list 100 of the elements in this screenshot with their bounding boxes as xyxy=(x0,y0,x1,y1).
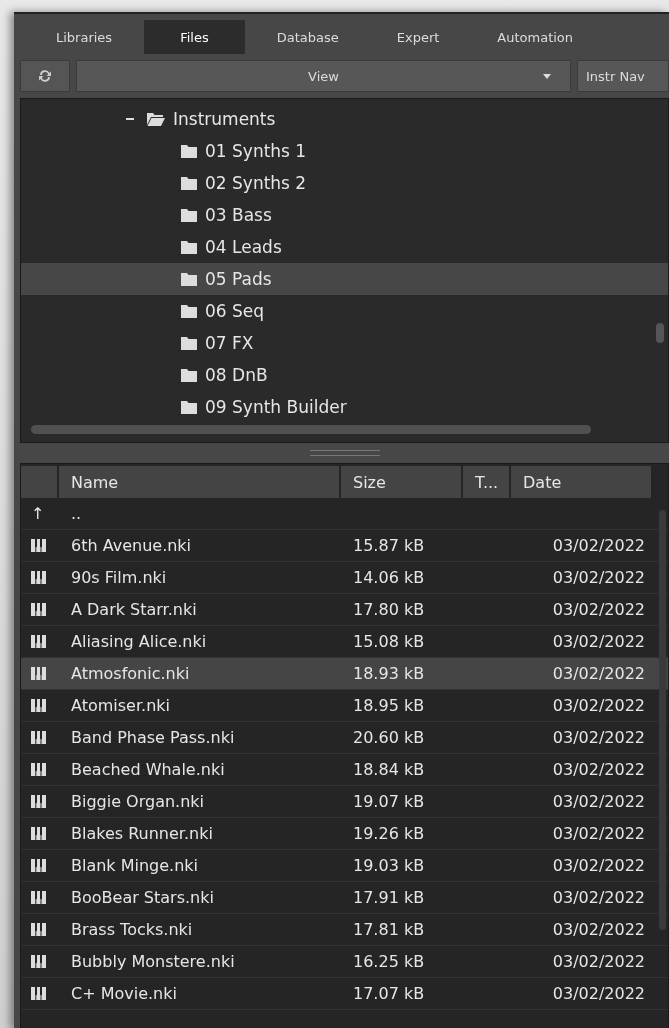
column-header[interactable]: Name xyxy=(59,466,339,498)
file-name: Atmosfonic.nki xyxy=(71,664,190,683)
file-name: 6th Avenue.nki xyxy=(71,536,192,555)
instrument-nav-button[interactable]: Instr Nav xyxy=(577,60,669,92)
piano-keys-icon xyxy=(31,827,46,840)
folder-icon xyxy=(181,368,197,382)
tree-item[interactable]: 01 Synths 1 xyxy=(21,135,668,167)
piano-keys-icon xyxy=(31,795,46,808)
folder-icon xyxy=(181,208,197,222)
file-size: 18.84 kB xyxy=(353,760,425,779)
file-size: 17.91 kB xyxy=(353,888,425,907)
file-name: Beached Whale.nki xyxy=(71,760,225,779)
piano-keys-icon xyxy=(31,955,46,968)
piano-keys-icon xyxy=(31,923,46,936)
tree-item[interactable]: 07 FX xyxy=(21,327,668,359)
tree-item[interactable]: 08 DnB xyxy=(21,359,668,391)
folder-icon xyxy=(181,400,197,414)
file-date: 03/02/2022 xyxy=(552,920,645,939)
file-size: 19.03 kB xyxy=(353,856,425,875)
file-size: 17.07 kB xyxy=(353,984,425,1003)
file-date: 03/02/2022 xyxy=(552,568,645,587)
piano-keys-icon xyxy=(31,603,46,616)
tree-item[interactable]: Instruments xyxy=(21,103,668,135)
file-size: 19.26 kB xyxy=(353,824,425,843)
refresh-button[interactable] xyxy=(20,60,70,92)
tab[interactable]: Files xyxy=(144,20,245,54)
tree-item[interactable]: 05 Pads xyxy=(21,263,668,295)
file-date: 03/02/2022 xyxy=(552,632,645,651)
file-date: 03/02/2022 xyxy=(552,536,645,555)
file-size: 20.60 kB xyxy=(353,728,425,747)
column-header[interactable]: Date xyxy=(511,466,651,498)
file-date: 03/02/2022 xyxy=(552,728,645,747)
file-name: BooBear Stars.nki xyxy=(71,888,214,907)
folder-icon xyxy=(181,304,197,318)
open-folder-icon xyxy=(147,112,165,126)
tree-item[interactable]: 03 Bass xyxy=(21,199,668,231)
file-row[interactable]: C+ Movie.nki 17.07 kB 03/02/2022 xyxy=(21,978,668,1010)
tree-item[interactable]: 06 Seq xyxy=(21,295,668,327)
file-size: 17.81 kB xyxy=(353,920,425,939)
column-header[interactable]: Size xyxy=(341,466,461,498)
file-size: 19.07 kB xyxy=(353,792,425,811)
folder-icon xyxy=(181,144,197,158)
tab[interactable]: Expert xyxy=(370,20,466,54)
file-size: 15.08 kB xyxy=(353,632,425,651)
file-name: Aliasing Alice.nki xyxy=(71,632,207,651)
file-row[interactable]: Atmosfonic.nki 18.93 kB 03/02/2022 xyxy=(21,658,668,690)
caret-icon xyxy=(542,74,552,80)
piano-keys-icon xyxy=(31,891,46,904)
piano-keys-icon xyxy=(31,763,46,776)
file-size: 14.06 kB xyxy=(353,568,425,587)
folder-icon xyxy=(181,272,197,286)
tree-item[interactable]: 02 Synths 2 xyxy=(21,167,668,199)
file-date: 03/02/2022 xyxy=(552,952,645,971)
folder-icon xyxy=(181,176,197,190)
refresh-icon xyxy=(37,68,53,84)
column-header[interactable]: T... xyxy=(463,466,509,498)
scrollbar-thumb[interactable] xyxy=(659,510,666,930)
file-name: Biggie Organ.nki xyxy=(71,792,205,811)
file-name: Atomiser.nki xyxy=(71,696,170,715)
scrollbar-thumb[interactable] xyxy=(656,323,664,343)
file-size: 17.80 kB xyxy=(353,600,425,619)
piano-keys-icon xyxy=(31,635,46,648)
piano-keys-icon xyxy=(31,571,46,584)
horizontal-scrollbar[interactable] xyxy=(31,425,591,434)
file-name: Bubbly Monstere.nki xyxy=(71,952,235,971)
file-date: 03/02/2022 xyxy=(552,600,645,619)
file-size: 15.87 kB xyxy=(353,536,425,555)
file-date: 03/02/2022 xyxy=(552,760,645,779)
file-row[interactable]: Bubbly Monstere.nki 16.25 kB 03/02/2022 xyxy=(21,946,668,978)
column-header xyxy=(21,466,57,498)
file-date: 03/02/2022 xyxy=(552,696,645,715)
tab[interactable]: Automation xyxy=(471,20,600,54)
file-name: Blank Minge.nki xyxy=(71,856,199,875)
file-date: 03/02/2022 xyxy=(552,856,645,875)
tab[interactable]: Libraries xyxy=(30,20,139,54)
piano-keys-icon xyxy=(31,699,46,712)
tree-item[interactable]: 04 Leads xyxy=(21,231,668,263)
up-arrow-icon: ↑ xyxy=(31,504,45,523)
file-name: A Dark Starr.nki xyxy=(71,600,197,619)
view-dropdown[interactable]: View xyxy=(76,60,571,92)
file-date: 03/02/2022 xyxy=(552,888,645,907)
file-name: Brass Tocks.nki xyxy=(71,920,193,939)
file-name: 90s Film.nki xyxy=(71,568,167,587)
file-date: 03/02/2022 xyxy=(552,792,645,811)
piano-keys-icon xyxy=(31,987,46,1000)
file-size: 18.95 kB xyxy=(353,696,425,715)
file-name: Band Phase Pass.nki xyxy=(71,728,235,747)
splitter-handle[interactable] xyxy=(309,450,380,456)
folder-icon xyxy=(181,240,197,254)
file-date: 03/02/2022 xyxy=(552,984,645,1003)
tree-item[interactable]: 09 Synth Builder xyxy=(21,391,668,423)
piano-keys-icon xyxy=(31,731,46,744)
tab[interactable]: Database xyxy=(250,20,365,54)
folder-icon xyxy=(181,336,197,350)
file-name: C+ Movie.nki xyxy=(71,984,177,1003)
piano-keys-icon xyxy=(31,539,46,552)
piano-keys-icon xyxy=(31,667,46,680)
file-name: Blakes Runner.nki xyxy=(71,824,213,843)
file-size: 18.93 kB xyxy=(353,664,425,683)
file-date: 03/02/2022 xyxy=(552,824,645,843)
